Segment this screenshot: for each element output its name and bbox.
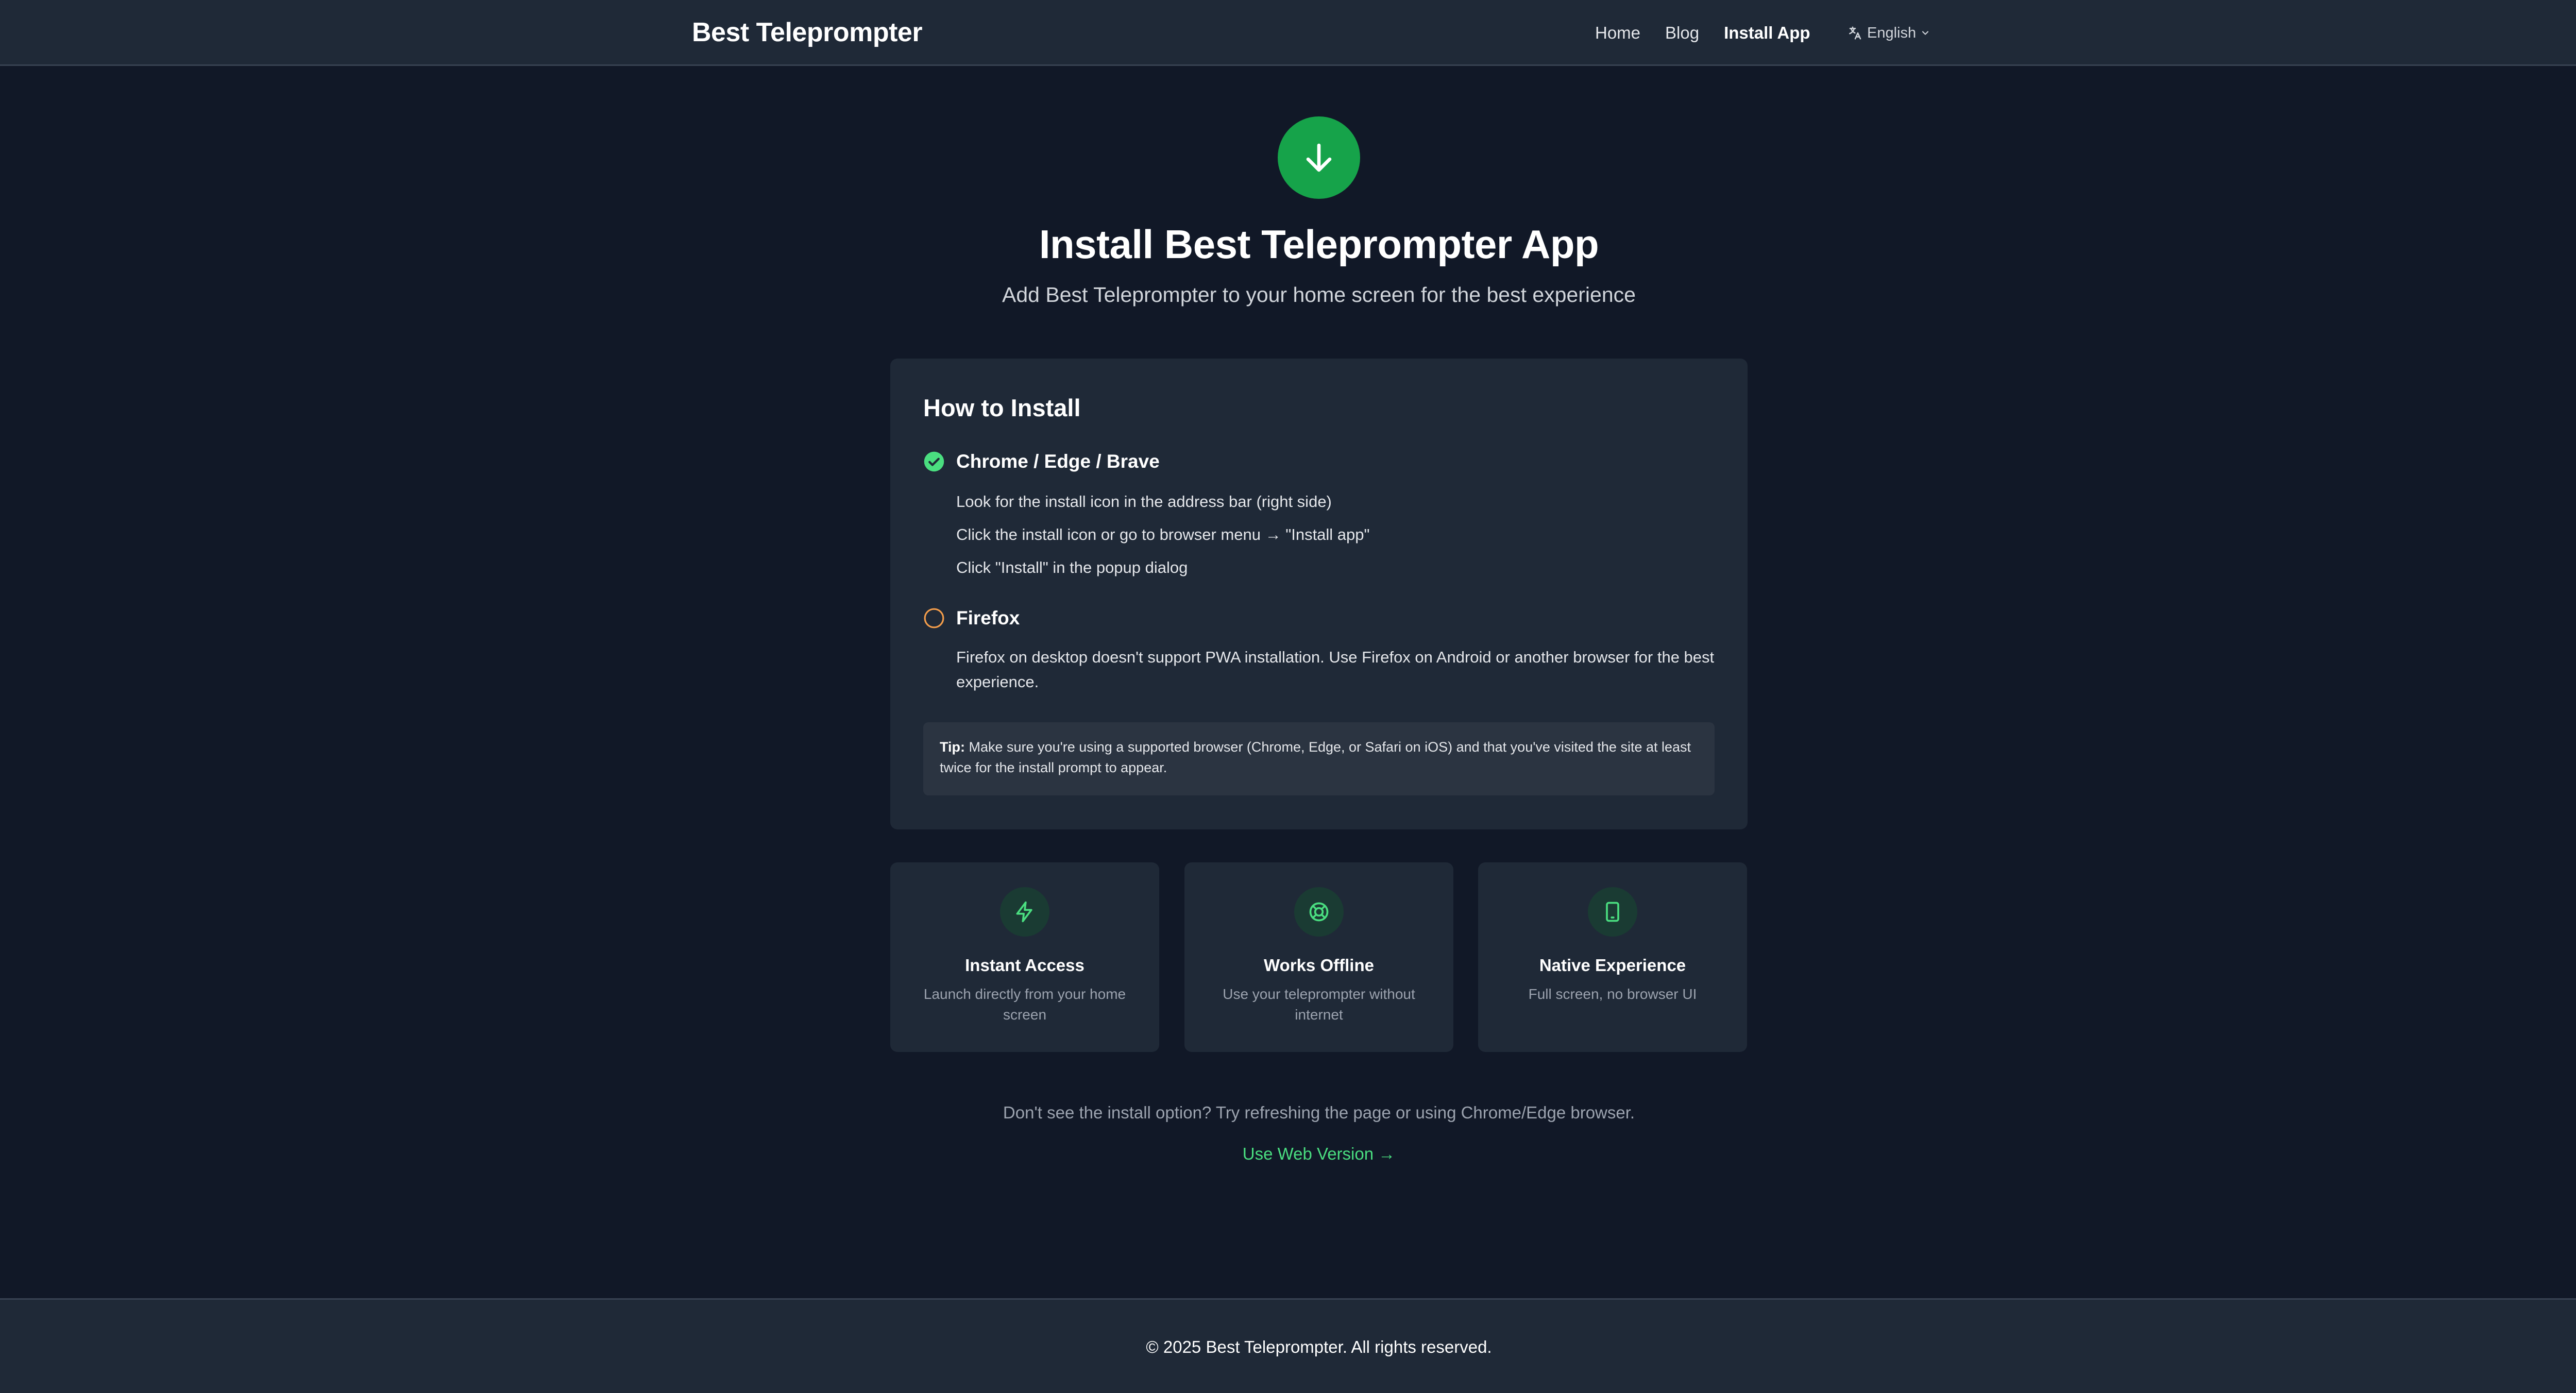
list-item: Click the install icon or go to browser … [956,525,1370,543]
tip-box: Tip: Make sure you're using a supported … [923,722,1715,795]
chrome-steps-list: Look for the install icon in the address… [956,491,1370,590]
install-help-text: Don't see the install option? Try refres… [1003,1103,1635,1122]
lightning-icon [1000,887,1049,937]
firefox-note: Firefox on desktop doesn't support PWA i… [956,648,1715,691]
list-item: Look for the install icon in the address… [956,492,1332,511]
brand-logo-text[interactable]: Best Teleprompter [692,15,923,49]
feature-card-native-experience: Native Experience Full screen, no browse… [1478,862,1747,1052]
tip-label: Tip: [940,739,965,755]
chevron-down-icon [1920,28,1930,38]
top-navbar: Best Teleprompter Home Blog Install App … [0,0,2576,66]
feature-card-instant-access: Instant Access Launch directly from your… [890,862,1159,1052]
nav-install-app-link[interactable]: Install App [1724,19,1810,47]
feature-title: Instant Access [965,956,1084,975]
chrome-section-header: Chrome / Edge / Brave [923,449,1160,474]
install-instructions-card: How to Install Chrome / Edge / Brave Loo… [890,359,1748,829]
circle-outline-icon [923,607,945,629]
feature-description: Full screen, no browser UI [1528,986,1697,1002]
feature-card-works-offline: Works Offline Use your teleprompter with… [1184,862,1453,1052]
nav-blog-link[interactable]: Blog [1665,19,1699,47]
copyright-text: © 2025 Best Teleprompter. All rights res… [1146,1337,1492,1356]
language-selector[interactable]: English [1848,23,1930,43]
language-label: English [1867,24,1917,41]
check-circle-icon [923,451,945,472]
lifebuoy-icon [1294,887,1344,937]
page-footer: © 2025 Best Teleprompter. All rights res… [0,1298,2576,1393]
use-web-version-link[interactable]: Use Web Version → [0,1142,2576,1166]
feature-description: Launch directly from your home screen [923,986,1126,1023]
install-instructions-heading: How to Install [923,394,1081,421]
nav-home-link[interactable]: Home [1595,19,1640,47]
page-subtitle: Add Best Teleprompter to your home scree… [1002,283,1636,307]
chrome-section-title: Chrome / Edge / Brave [956,451,1160,472]
firefox-section-title: Firefox [956,607,1020,628]
feature-description: Use your teleprompter without internet [1223,986,1415,1023]
download-arrow-icon [1278,116,1360,199]
page-title: Install Best Teleprompter App [1039,222,1599,267]
main-nav: Home Blog Install App [1595,19,1835,47]
firefox-section-header: Firefox [923,606,1020,631]
feature-title: Works Offline [1264,956,1374,975]
translate-icon [1848,25,1863,41]
smartphone-icon [1588,887,1637,937]
tip-text: Make sure you're using a supported brows… [940,739,1691,775]
feature-title: Native Experience [1539,956,1686,975]
list-item: Click "Install" in the popup dialog [956,558,1188,576]
